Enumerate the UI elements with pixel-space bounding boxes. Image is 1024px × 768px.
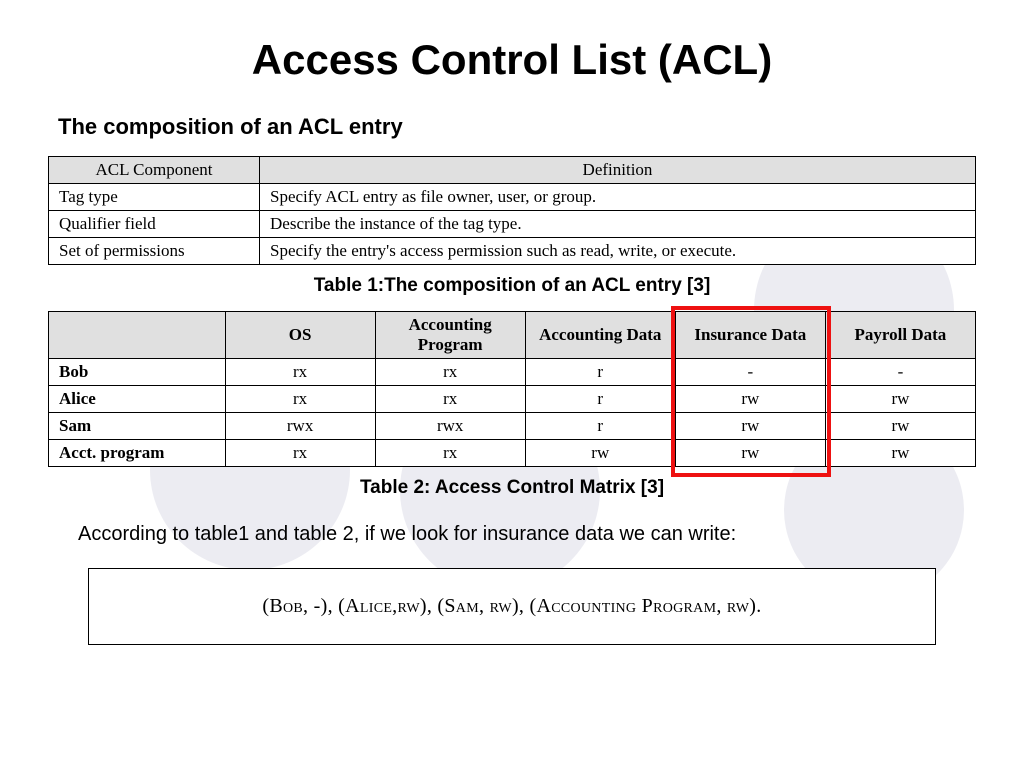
cell: r	[525, 386, 675, 413]
cell: rw	[825, 386, 975, 413]
cell: Sam	[49, 413, 226, 440]
table-row: Alice rx rx r rw rw	[49, 386, 976, 413]
cell: Alice	[49, 386, 226, 413]
table-row: ACL Component Definition	[49, 157, 976, 184]
table2-caption: Table 2: Access Control Matrix [3]	[48, 477, 976, 499]
col-header: Accounting Program	[375, 312, 525, 359]
cell: Specify the entry's access permission su…	[260, 238, 976, 265]
cell: rx	[225, 440, 375, 467]
cell: Tag type	[49, 184, 260, 211]
col-header: Payroll Data	[825, 312, 975, 359]
cell: rw	[825, 413, 975, 440]
cell: rwx	[225, 413, 375, 440]
table-acl-composition: ACL Component Definition Tag type Specif…	[48, 156, 976, 265]
cell: -	[825, 359, 975, 386]
cell: r	[525, 413, 675, 440]
col-header: Accounting Data	[525, 312, 675, 359]
col-header	[49, 312, 226, 359]
cell: rw	[525, 440, 675, 467]
cell: Describe the instance of the tag type.	[260, 211, 976, 238]
cell: rw	[825, 440, 975, 467]
cell: rx	[225, 359, 375, 386]
table-row: OS Accounting Program Accounting Data In…	[49, 312, 976, 359]
cell: -	[675, 359, 825, 386]
cell: rx	[375, 359, 525, 386]
table-access-control-matrix: OS Accounting Program Accounting Data In…	[48, 311, 976, 467]
cell: rx	[375, 386, 525, 413]
cell: Bob	[49, 359, 226, 386]
col-header: Insurance Data	[675, 312, 825, 359]
slide-subtitle: The composition of an ACL entry	[58, 114, 976, 140]
table-row: Set of permissions Specify the entry's a…	[49, 238, 976, 265]
cell: Set of permissions	[49, 238, 260, 265]
cell: rw	[675, 386, 825, 413]
cell: rw	[675, 413, 825, 440]
table1-caption: Table 1:The composition of an ACL entry …	[48, 275, 976, 297]
cell: Qualifier field	[49, 211, 260, 238]
table-row: Bob rx rx r - -	[49, 359, 976, 386]
cell: r	[525, 359, 675, 386]
table-row: Qualifier field Describe the instance of…	[49, 211, 976, 238]
cell: Acct. program	[49, 440, 226, 467]
table-row: Sam rwx rwx r rw rw	[49, 413, 976, 440]
acl-result-box: (Bob, -), (Alice,rw), (Sam, rw), (Accoun…	[88, 568, 936, 645]
col-header: Definition	[260, 157, 976, 184]
cell: rx	[375, 440, 525, 467]
cell: Specify ACL entry as file owner, user, o…	[260, 184, 976, 211]
col-header: OS	[225, 312, 375, 359]
explain-line: According to table1 and table 2, if we l…	[78, 523, 976, 546]
col-header: ACL Component	[49, 157, 260, 184]
cell: rw	[675, 440, 825, 467]
table-row: Acct. program rx rx rw rw rw	[49, 440, 976, 467]
table-row: Tag type Specify ACL entry as file owner…	[49, 184, 976, 211]
cell: rx	[225, 386, 375, 413]
slide-title: Access Control List (ACL)	[48, 36, 976, 84]
cell: rwx	[375, 413, 525, 440]
